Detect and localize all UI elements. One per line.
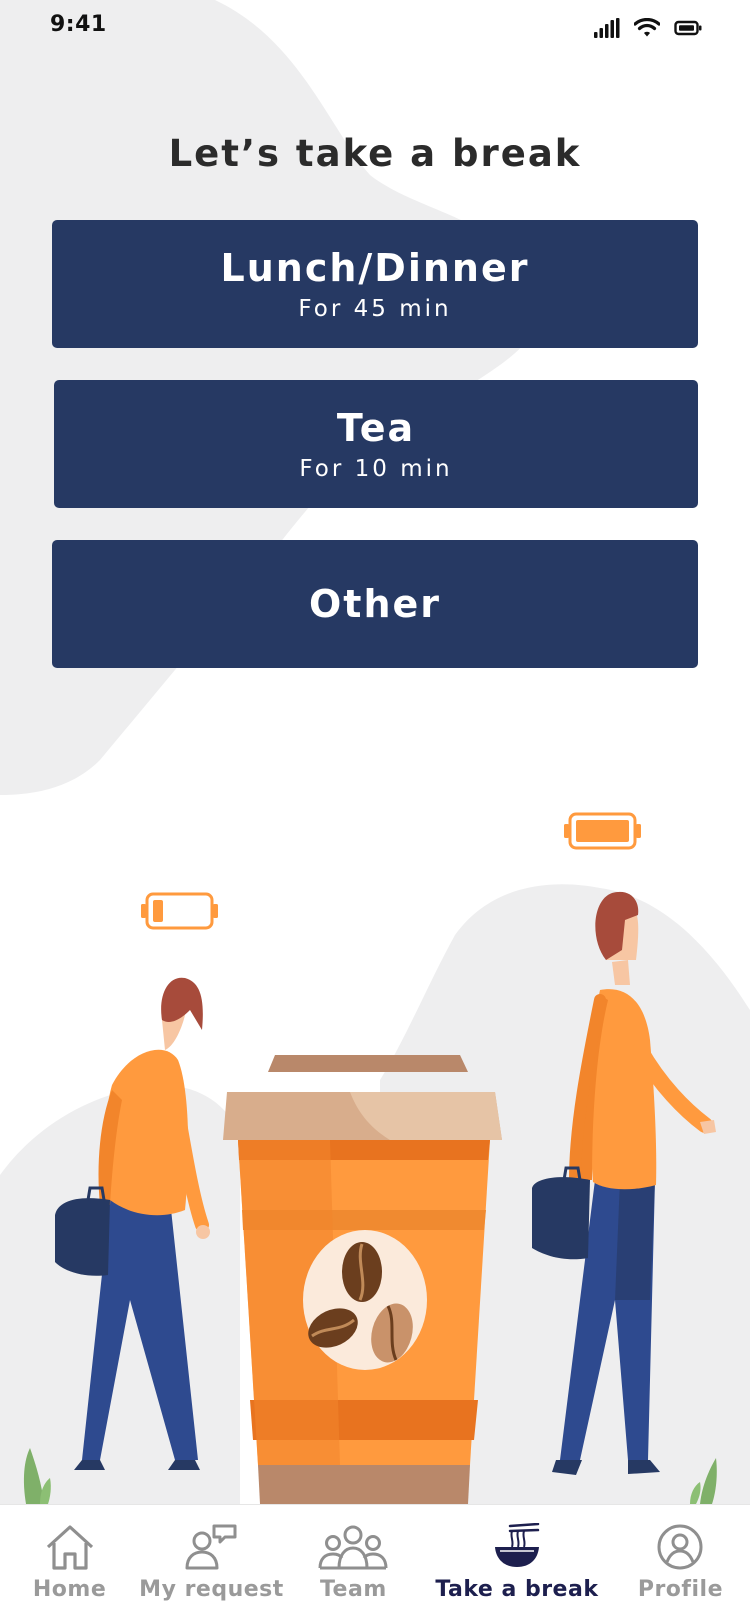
option-duration: For 10 min (299, 456, 453, 482)
low-battery-icon (141, 892, 218, 930)
status-time: 9:41 (50, 12, 107, 37)
battery-icon (674, 20, 702, 36)
cellular-signal-icon (594, 18, 620, 38)
option-title: Lunch/Dinner (220, 246, 530, 290)
coffee-break-illustration (0, 812, 750, 1504)
tab-label: Team (319, 1577, 387, 1602)
tab-label: My request (139, 1577, 284, 1602)
lunch-dinner-button[interactable]: Lunch/Dinner For 45 min (52, 220, 698, 348)
tab-label: Profile (637, 1577, 723, 1602)
option-duration: For 45 min (298, 296, 452, 322)
tea-button[interactable]: Tea For 10 min (54, 380, 698, 508)
tab-profile[interactable]: Profile (611, 1505, 750, 1624)
team-icon (318, 1525, 388, 1570)
request-icon (185, 1524, 237, 1570)
wifi-icon (634, 18, 660, 37)
full-battery-icon (564, 812, 641, 850)
option-title: Other (308, 582, 442, 626)
other-button[interactable]: Other (52, 540, 698, 668)
profile-icon (657, 1524, 703, 1570)
coffee-cup (223, 1055, 502, 1504)
tab-my-request[interactable]: My request (139, 1505, 284, 1624)
page-title: Let’s take a break (168, 132, 582, 175)
tab-label: Take a break (435, 1577, 599, 1602)
tab-home[interactable]: Home (0, 1505, 139, 1624)
tab-take-a-break[interactable]: Take a break (423, 1505, 611, 1624)
status-bar: 9:41 (0, 0, 750, 56)
option-title: Tea (336, 406, 416, 450)
take-a-break-screen: 9:41 Let’s take a break Lunch/Dinner For… (0, 0, 750, 1624)
bottom-tab-bar: Home My request Team Take a break Profil… (0, 1504, 750, 1624)
tab-team[interactable]: Team (284, 1505, 423, 1624)
noodle-bowl-icon (494, 1523, 540, 1567)
tab-label: Home (32, 1577, 107, 1602)
home-icon (46, 1525, 93, 1570)
status-icons (594, 18, 702, 38)
